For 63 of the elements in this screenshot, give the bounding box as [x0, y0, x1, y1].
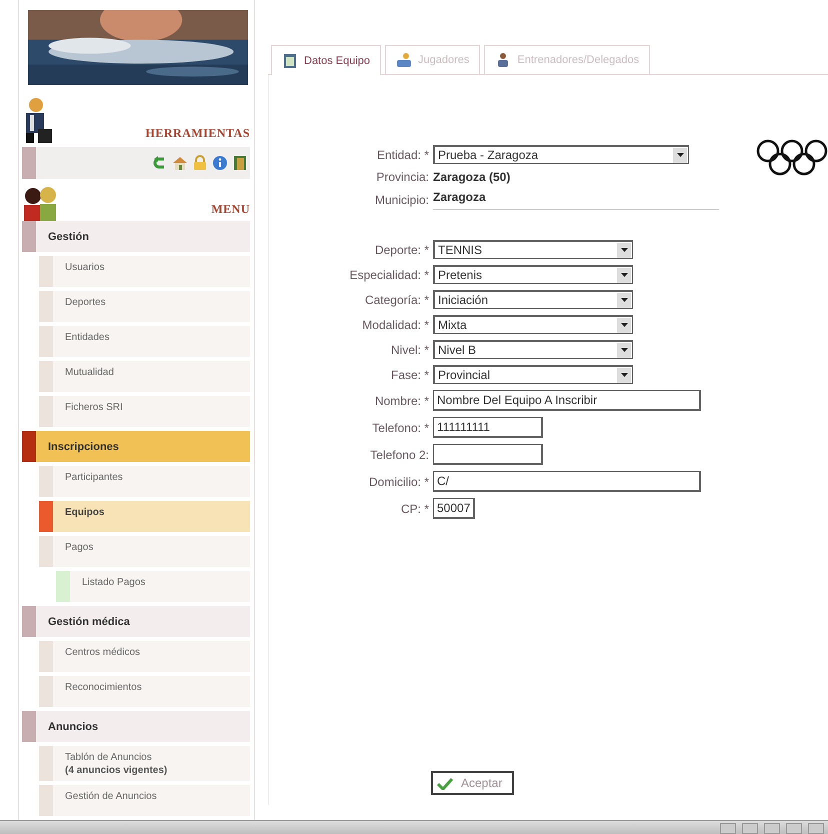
field-label: Fase: * [390, 368, 429, 382]
text-field[interactable]: 50007 [433, 498, 475, 519]
field-label: Entidad: * [376, 148, 429, 162]
text-field[interactable] [433, 444, 543, 465]
menu-item[interactable]: Gestión [22, 221, 250, 252]
field-label: Domicilio: * [368, 474, 429, 488]
field-label: Telefono: * [372, 420, 429, 434]
dropdown-field[interactable]: Iniciación [433, 290, 633, 309]
menu-item[interactable]: Listado Pagos [56, 571, 250, 602]
field-label: Municipio: [374, 193, 429, 207]
field-label: Nombre: * [374, 394, 429, 408]
section-marker [22, 147, 36, 180]
checkmark-icon [437, 776, 453, 790]
field-value: Zaragoza [433, 190, 486, 204]
dropdown-arrow-icon [620, 348, 628, 352]
dropdown-arrow-icon [620, 248, 628, 252]
rings-logo [756, 138, 828, 178]
field-label: Modalidad: * [362, 318, 429, 332]
field-label: Categoría: * [364, 292, 429, 306]
menu-item[interactable]: Centros médicos [39, 641, 250, 672]
menu-item[interactable]: Equipos [39, 501, 250, 532]
menu-item[interactable]: Participantes [39, 466, 250, 498]
dropdown-arrow-icon [620, 273, 628, 277]
menu-item[interactable]: Mutualidad [39, 361, 250, 392]
dropdown-arrow-icon [620, 323, 628, 327]
dropdown-field[interactable]: Nivel B [433, 340, 633, 359]
field-label: CP: * [400, 502, 429, 516]
dropdown-field[interactable]: Pretenis [433, 265, 633, 284]
field-label: Deporte: * [374, 242, 429, 256]
menu-item[interactable]: Reconocimientos [39, 676, 250, 708]
users-icon [396, 52, 412, 68]
field-label: Nivel: * [390, 342, 429, 356]
text-field[interactable]: 111111111 [433, 417, 543, 438]
dropdown-field[interactable]: Prueba - Zaragoza [433, 145, 689, 164]
menu-item[interactable]: Ficheros SRI [39, 396, 250, 428]
tab[interactable]: Datos Equipo [271, 45, 382, 75]
door-icon[interactable] [232, 155, 248, 172]
menu-item[interactable]: Gestión de Anuncios [39, 785, 250, 816]
notepad-icon [282, 52, 298, 68]
menu-item[interactable]: Usuarios [39, 256, 250, 288]
dropdown-arrow-icon [676, 153, 684, 157]
info-icon[interactable] [212, 155, 228, 172]
field-value: Zaragoza (50) [433, 170, 510, 184]
menu-item[interactable]: Tablón de Anuncios (4 anuncios vigentes) [39, 746, 250, 781]
field-label: Provincia: [376, 170, 429, 184]
field-label: Especialidad: * [350, 268, 429, 282]
menu-item[interactable]: Entidades [39, 326, 250, 358]
menu-item[interactable]: Anuncios [22, 711, 250, 742]
dropdown-field[interactable]: Mixta [433, 315, 633, 334]
dropdown-arrow-icon [620, 298, 628, 302]
dropdown-arrow-icon [620, 373, 628, 377]
tools-title: HERRAMIENTAS [146, 126, 250, 142]
menu-item[interactable]: Deportes [39, 291, 250, 322]
home-icon[interactable] [172, 155, 188, 172]
menu-title: MENU [211, 202, 250, 218]
dropdown-field[interactable]: TENNIS [433, 240, 633, 259]
field-label: Telefono 2: [370, 448, 429, 462]
text-field[interactable]: Nombre Del Equipo A Inscribir [433, 390, 701, 411]
menu-item[interactable]: Inscripciones [22, 431, 250, 462]
text-field[interactable]: C/ [433, 471, 701, 492]
menu-item[interactable]: Pagos [39, 536, 250, 568]
dropdown-field[interactable]: Provincial [433, 365, 633, 384]
menu-item[interactable]: Gestión médica [22, 606, 250, 638]
